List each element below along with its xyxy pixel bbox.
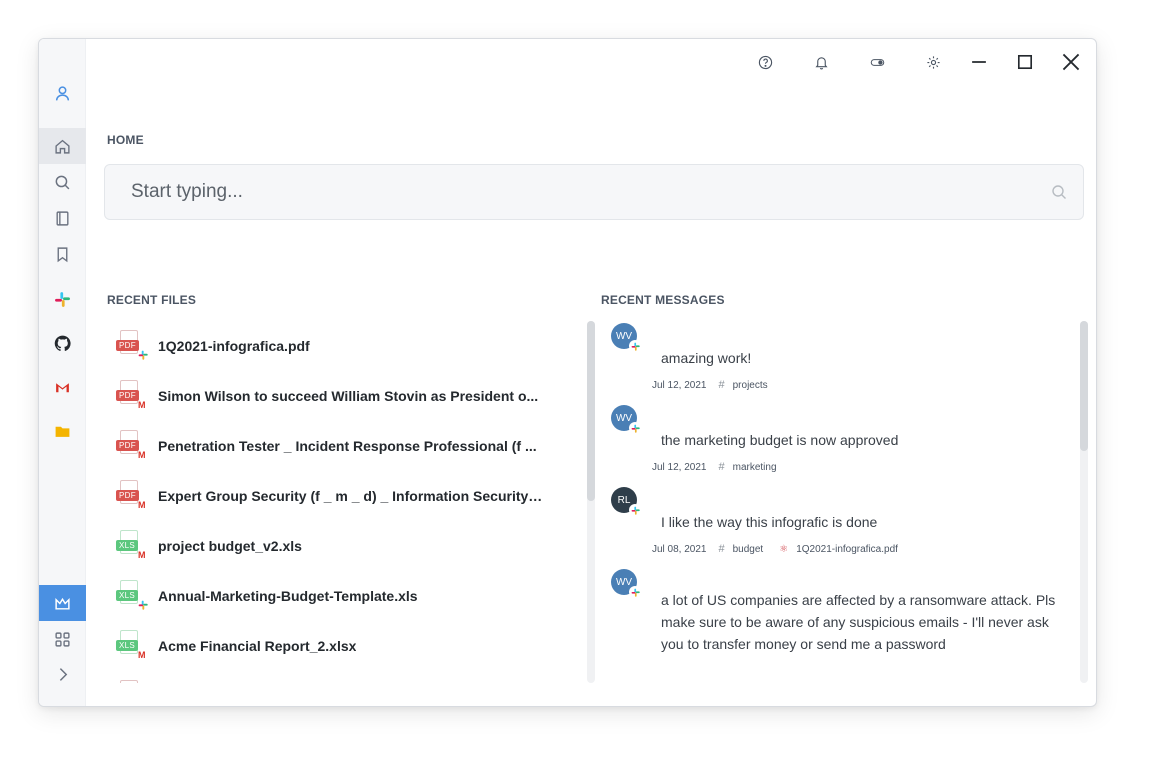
xls-file-icon: XLS (116, 580, 148, 612)
file-name: 1Q2021-infografica.pdf (158, 338, 310, 354)
file-name: Acme Financial Report_2.xlsx (158, 638, 357, 654)
message-channel[interactable]: marketing (733, 462, 777, 473)
message-text: I like the way this infografic is done (661, 514, 878, 530)
file-row-partial[interactable] (106, 671, 546, 683)
message-channel[interactable]: budget (733, 544, 764, 555)
xls-file-icon: XLS M (116, 530, 148, 562)
file-name: Penetration Tester _ Incident Response P… (158, 438, 537, 454)
message-date: Jul 12, 2021 (652, 379, 707, 391)
help-icon[interactable] (754, 51, 776, 73)
file-row[interactable]: PDF M Penetration Tester _ Incident Resp… (106, 421, 546, 471)
slack-icon (631, 506, 640, 515)
bell-icon[interactable] (810, 51, 832, 73)
gmail-icon[interactable] (39, 369, 86, 405)
pdf-file-icon: PDF (116, 330, 148, 362)
message-meta: Jul 12, 2021 # projects (652, 379, 1081, 391)
slack-icon (631, 424, 640, 433)
pdf-icon: ⚛ (779, 543, 789, 555)
message-date: Jul 12, 2021 (652, 461, 707, 473)
page-title: HOME (107, 133, 144, 147)
message-attachment[interactable]: 1Q2021-infografica.pdf (796, 544, 898, 555)
search-icon[interactable] (1051, 184, 1067, 200)
search-icon[interactable] (39, 164, 86, 200)
avatar: RL (611, 487, 641, 516)
slack-icon[interactable] (39, 281, 86, 317)
slack-icon (631, 342, 640, 351)
avatar: WV (611, 405, 641, 434)
avatar: WV (611, 569, 641, 598)
maximize-icon[interactable] (1014, 51, 1036, 73)
file-row[interactable]: XLS Annual-Marketing-Budget-Template.xls (106, 571, 546, 621)
chevron-right-icon[interactable] (39, 656, 86, 692)
file-name: Simon Wilson to succeed William Stovin a… (158, 388, 539, 404)
file-name: Expert Group Security (f _ m _ d) _ Info… (158, 488, 543, 504)
file-name: project budget_v2.xls (158, 538, 302, 554)
toggle-icon[interactable] (866, 51, 888, 73)
recent-messages-list: WV amazing work! Jul 12, 2021 # projects… (611, 321, 1081, 683)
pdf-file-icon: PDF M (116, 380, 148, 412)
file-row[interactable]: PDF M Expert Group Security (f _ m _ d) … (106, 471, 546, 521)
xls-file-icon: XLS M (116, 630, 148, 662)
gmail-icon: M (138, 400, 146, 410)
close-icon[interactable] (1060, 51, 1082, 73)
file-name: Annual-Marketing-Budget-Template.xls (158, 588, 418, 604)
github-icon[interactable] (39, 325, 86, 361)
folder-icon[interactable] (39, 413, 86, 449)
pdf-file-icon: PDF M (116, 480, 148, 512)
slack-icon (138, 600, 148, 610)
message-item[interactable]: WV the marketing budget is now approved … (611, 403, 1081, 485)
gmail-icon: M (138, 450, 146, 460)
message-item[interactable]: WV amazing work! Jul 12, 2021 # projects (611, 321, 1081, 403)
search-input[interactable] (131, 165, 1011, 219)
avatar: WV (611, 323, 641, 352)
message-meta: Jul 08, 2021 # budget ⚛ 1Q2021-infografi… (652, 543, 1081, 555)
crown-icon[interactable] (39, 585, 86, 621)
pdf-file-icon (116, 680, 148, 683)
gmail-icon: M (138, 500, 146, 510)
hash-icon: # (718, 543, 725, 555)
search-box[interactable] (104, 164, 1084, 220)
apps-icon[interactable] (39, 621, 86, 657)
gmail-icon: M (138, 550, 146, 560)
file-row[interactable]: XLS M Acme Financial Report_2.xlsx (106, 621, 546, 671)
minimize-icon[interactable] (968, 51, 990, 73)
message-item[interactable]: WV a lot of US companies are affected by… (611, 567, 1081, 655)
profile-icon[interactable] (39, 75, 86, 111)
gmail-icon: M (138, 650, 146, 660)
home-icon[interactable] (39, 128, 86, 164)
messages-scrollbar[interactable] (1080, 321, 1088, 683)
slack-icon (138, 350, 148, 360)
slack-icon (631, 588, 640, 597)
message-date: Jul 08, 2021 (652, 543, 707, 555)
message-text: the marketing budget is now approved (661, 432, 899, 448)
bookmark-icon[interactable] (39, 236, 86, 272)
files-scrollbar[interactable] (587, 321, 595, 683)
pdf-file-icon: PDF M (116, 430, 148, 462)
messages-scrollbar-thumb[interactable] (1080, 321, 1088, 451)
files-scrollbar-thumb[interactable] (587, 321, 595, 501)
message-text: amazing work! (661, 350, 752, 366)
message-text: a lot of US companies are affected by a … (661, 592, 1056, 652)
sidebar (39, 39, 86, 706)
recent-messages-title: RECENT MESSAGES (601, 293, 725, 307)
file-row[interactable]: PDF 1Q2021-infografica.pdf (106, 321, 546, 371)
message-item[interactable]: RL I like the way this infografic is don… (611, 485, 1081, 567)
book-icon[interactable] (39, 200, 86, 236)
titlebar (720, 51, 1082, 73)
recent-files-title: RECENT FILES (107, 293, 197, 307)
recent-files-list: PDF 1Q2021-infografica.pdf PDF M Simon W… (106, 321, 546, 683)
app-window: HOME RECENT FILES PDF 1Q2021-infografica… (38, 38, 1097, 707)
message-channel[interactable]: projects (733, 380, 768, 391)
message-meta: Jul 12, 2021 # marketing (652, 461, 1081, 473)
file-row[interactable]: XLS M project budget_v2.xls (106, 521, 546, 571)
file-row[interactable]: PDF M Simon Wilson to succeed William St… (106, 371, 546, 421)
gear-icon[interactable] (922, 51, 944, 73)
hash-icon: # (718, 461, 725, 473)
hash-icon: # (718, 379, 725, 391)
